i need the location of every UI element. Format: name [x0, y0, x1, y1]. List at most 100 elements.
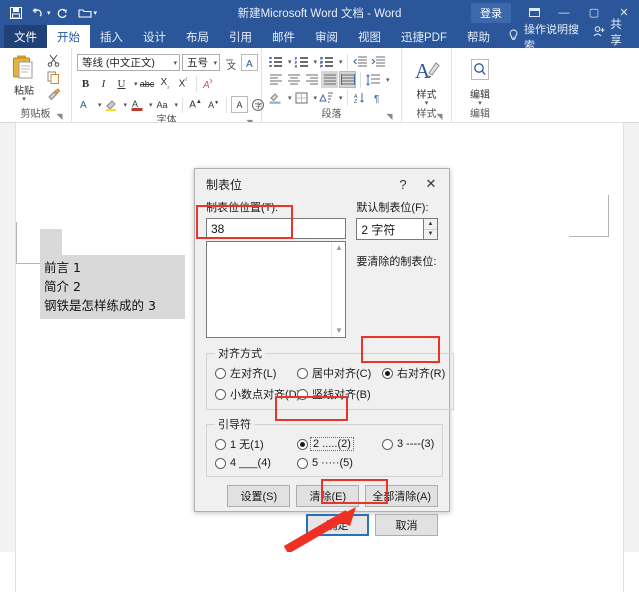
format-painter-icon[interactable]: [45, 86, 62, 102]
tab-review[interactable]: 审阅: [305, 25, 348, 48]
radio-leader-dashes[interactable]: 3 ----(3): [382, 438, 434, 450]
customize-qat-icon[interactable]: ▾: [94, 9, 98, 17]
tab-xunjie-pdf[interactable]: 迅捷PDF: [391, 25, 457, 48]
cancel-button[interactable]: 取消: [375, 514, 438, 536]
clipboard-dialog-launcher-icon[interactable]: ◥: [55, 112, 64, 121]
underline-dropdown-icon[interactable]: ▾: [131, 80, 138, 88]
editing-dropdown-icon[interactable]: ▾: [478, 100, 482, 107]
chevron-down-icon[interactable]: ▾: [170, 59, 177, 67]
ok-button[interactable]: 确定: [306, 514, 369, 536]
text-highlight-color-icon[interactable]: A: [77, 96, 94, 113]
help-icon[interactable]: ?: [389, 172, 417, 196]
document-selected-text[interactable]: 前言 1 简介 2 钢铁是怎样练成的 3: [40, 229, 185, 319]
shading-icon[interactable]: [267, 89, 284, 106]
bullets-icon[interactable]: [267, 53, 284, 70]
line-spacing-icon[interactable]: [365, 71, 382, 88]
phonetic-guide-icon[interactable]: wén 文: [222, 54, 239, 71]
open-icon[interactable]: [75, 3, 95, 23]
sort-ascending-icon[interactable]: [318, 89, 335, 106]
radio-align-center[interactable]: 居中对齐(C): [297, 365, 382, 381]
tab-position-listbox[interactable]: ▲ ▼: [206, 241, 347, 338]
redo-icon[interactable]: [53, 3, 73, 23]
tab-view[interactable]: 视图: [348, 25, 391, 48]
radio-leader-underline[interactable]: 4 ___(4): [215, 457, 297, 469]
align-left-icon[interactable]: [267, 71, 284, 88]
spinner-up-icon[interactable]: ▲: [424, 219, 437, 230]
tab-stops-dialog[interactable]: 制表位 ? ✕ 制表位位置(T): 38 ▲ ▼ 默认制表位(F): 2 字符 …: [194, 168, 455, 536]
set-button[interactable]: 设置(S): [227, 485, 291, 507]
italic-icon[interactable]: I: [95, 75, 112, 92]
character-border-icon[interactable]: A: [241, 54, 258, 71]
radio-align-bar[interactable]: 竖线对齐(B): [297, 386, 371, 402]
chevron-down-icon[interactable]: ▾: [285, 94, 292, 102]
tab-layout[interactable]: 布局: [176, 25, 219, 48]
superscript-icon[interactable]: X²: [175, 75, 192, 92]
bold-icon[interactable]: B: [77, 75, 94, 92]
multilevel-list-icon[interactable]: 1ai: [318, 53, 335, 70]
font-size-combo[interactable]: 五号 ▾: [182, 54, 220, 71]
highlighter-icon[interactable]: [103, 96, 120, 113]
ribbon-tab-bar[interactable]: 文件 开始 插入 设计 布局 引用 邮件 审阅 视图 迅捷PDF 帮助 操作说明…: [0, 19, 639, 52]
cut-icon[interactable]: [45, 52, 62, 68]
editing-button[interactable]: 编辑 ▾: [461, 56, 499, 107]
distributed-icon[interactable]: [339, 71, 356, 88]
sign-in-button[interactable]: 登录: [471, 2, 511, 23]
subscript-icon[interactable]: X₂: [157, 75, 174, 92]
radio-leader-none[interactable]: 1 无(1): [215, 436, 297, 452]
radio-align-decimal[interactable]: 小数点对齐(D): [215, 386, 300, 402]
chevron-down-icon[interactable]: ▾: [146, 101, 153, 109]
radio-leader-middots[interactable]: 5 ·····(5): [297, 457, 353, 469]
align-center-icon[interactable]: [285, 71, 302, 88]
decrease-indent-icon[interactable]: [352, 53, 369, 70]
share-button[interactable]: 共享: [593, 16, 631, 48]
tab-home[interactable]: 开始: [47, 25, 90, 48]
strikethrough-icon[interactable]: abc: [139, 75, 156, 92]
tab-insert[interactable]: 插入: [90, 25, 133, 48]
chevron-down-icon[interactable]: ▾: [285, 58, 292, 66]
chevron-down-icon[interactable]: ▾: [311, 94, 318, 102]
radio-align-right[interactable]: 右对齐(R): [382, 365, 445, 381]
borders-icon[interactable]: [293, 89, 310, 106]
default-tab-spinner[interactable]: 2 字符 ▲ ▼: [356, 218, 438, 240]
styles-dialog-launcher-icon[interactable]: ◥: [435, 112, 444, 121]
tab-file[interactable]: 文件: [4, 25, 47, 48]
paragraph-dialog-launcher-icon[interactable]: ◥: [385, 112, 394, 121]
radio-leader-dots[interactable]: 2 .....(2): [297, 437, 382, 451]
tell-me-search[interactable]: 操作说明搜索: [500, 24, 593, 52]
shrink-font-icon[interactable]: A▼: [205, 96, 222, 113]
styles-dropdown-icon[interactable]: ▾: [425, 100, 429, 107]
spinner-down-icon[interactable]: ▼: [424, 230, 437, 240]
styles-button[interactable]: A 样式 ▾: [408, 56, 446, 107]
chevron-down-icon[interactable]: ▾: [172, 101, 179, 109]
chevron-down-icon[interactable]: ▾: [121, 101, 128, 109]
chevron-down-icon[interactable]: ▾: [336, 58, 343, 66]
align-right-icon[interactable]: [303, 71, 320, 88]
text-effects-icon[interactable]: A: [201, 75, 218, 92]
chevron-down-icon[interactable]: ▾: [311, 58, 318, 66]
tab-help[interactable]: 帮助: [457, 25, 500, 48]
spinner-buttons[interactable]: ▲ ▼: [423, 218, 438, 240]
font-color-icon[interactable]: A: [128, 96, 145, 113]
close-icon[interactable]: ✕: [417, 172, 445, 196]
default-tab-input[interactable]: 2 字符: [356, 218, 423, 240]
undo-dropdown-icon[interactable]: ▾: [47, 9, 51, 17]
tab-references[interactable]: 引用: [219, 25, 262, 48]
font-name-combo[interactable]: 等线 (中文正文) ▾: [77, 54, 180, 71]
grow-font-icon[interactable]: A▲: [187, 96, 204, 113]
enclose-characters-icon[interactable]: A: [231, 96, 249, 113]
listbox-scrollbar[interactable]: ▲ ▼: [331, 242, 346, 337]
numbering-icon[interactable]: 123: [293, 53, 310, 70]
save-icon[interactable]: [6, 3, 26, 23]
scroll-down-icon[interactable]: ▼: [335, 325, 343, 337]
clear-all-button[interactable]: 全部清除(A): [365, 485, 438, 507]
clear-button[interactable]: 清除(E): [296, 485, 360, 507]
copy-icon[interactable]: [45, 69, 62, 85]
radio-align-left[interactable]: 左对齐(L): [215, 365, 297, 381]
undo-icon[interactable]: [28, 3, 48, 23]
underline-icon[interactable]: U: [113, 75, 130, 92]
quick-access-toolbar[interactable]: ▾ ▾: [0, 3, 97, 23]
tab-design[interactable]: 设计: [133, 25, 176, 48]
chevron-down-icon[interactable]: ▾: [336, 94, 343, 102]
tab-mailings[interactable]: 邮件: [262, 25, 305, 48]
chevron-down-icon[interactable]: ▾: [95, 101, 102, 109]
